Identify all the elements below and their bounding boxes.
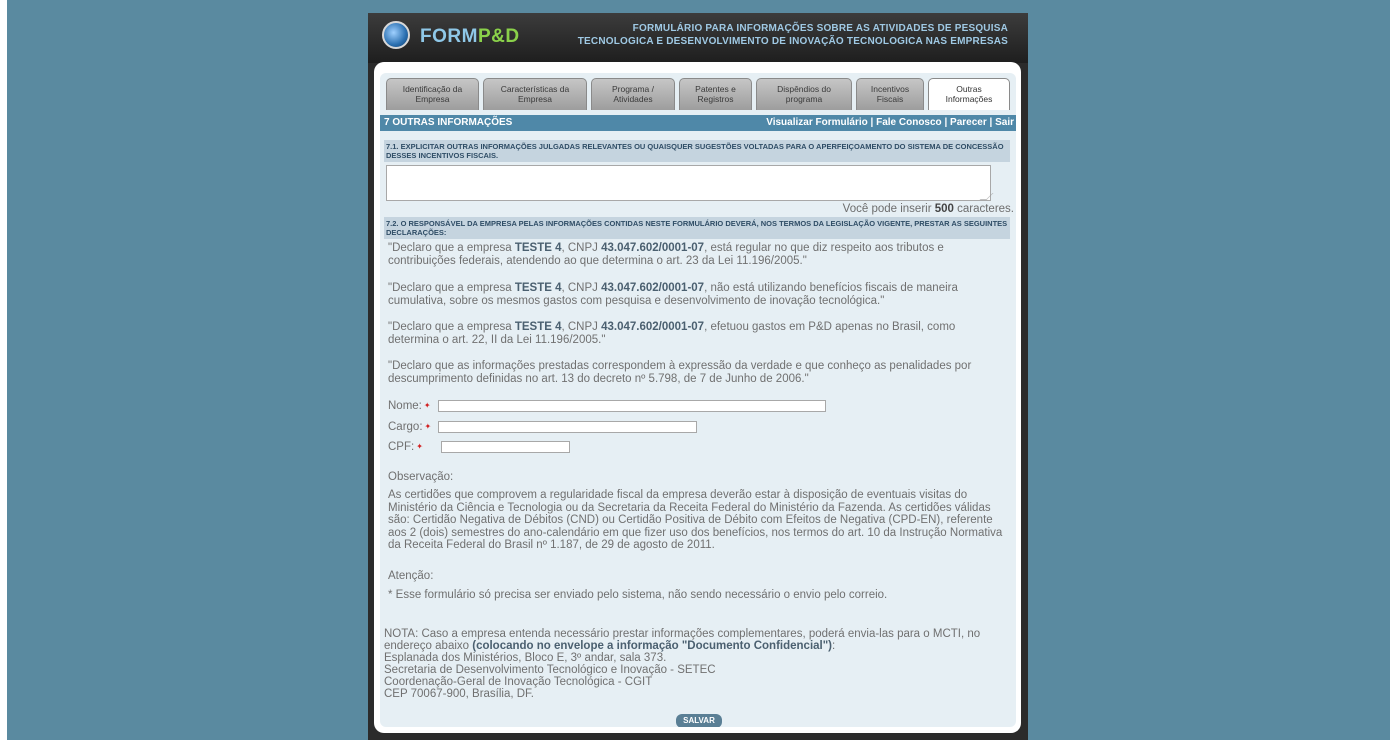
declaration-1: "Declaro que a empresa TESTE 4, CNPJ 43.… (388, 242, 998, 267)
char-count: Você pode inserir 500 caracteres. (843, 203, 1014, 215)
app-header: FORMP&D FORMULÁRIO PARA INFORMAÇÕES SOBR… (368, 13, 1028, 63)
tab-programa-atividades[interactable]: Programa / Atividades (591, 78, 675, 110)
cpf-row: CPF: ✦ (388, 441, 570, 455)
tab-label-line1: Dispêndios do (777, 84, 831, 94)
nota-text: NOTA: Caso a empresa entenda necessário … (384, 628, 1004, 652)
cargo-label: Cargo: (388, 421, 423, 433)
tab-label-line1: Incentivos (870, 84, 910, 94)
page-right-edge (1390, 0, 1396, 740)
nota-text-bold: (colocando no envelope a informação "Doc… (472, 640, 833, 652)
fale-conosco-link[interactable]: Fale Conosco (876, 117, 942, 128)
cpf-label: CPF: (388, 441, 415, 453)
nota-block: NOTA: Caso a empresa entenda necessário … (384, 628, 1004, 700)
observacao-text: As certidões que comprovem a regularidad… (388, 489, 1003, 551)
nota-address-line: Secretaria de Desenvolvimento Tecnológic… (384, 664, 716, 676)
tab-dispendios-programa[interactable]: Dispêndios do programa (756, 78, 852, 110)
tab-label-line2: programa (785, 94, 823, 104)
declaration-text: , CNPJ (561, 321, 602, 333)
main-panel: Identificação da Empresa Características… (374, 62, 1021, 733)
save-button[interactable]: SALVAR (676, 714, 722, 727)
required-marker-icon: ✦ (423, 401, 431, 410)
declaration-3: "Declaro que a empresa TESTE 4, CNPJ 43.… (388, 321, 998, 346)
tab-outras-informacoes[interactable]: Outras Informações (928, 78, 1010, 110)
outras-informacoes-textarea[interactable] (386, 165, 991, 201)
content-area: Identificação da Empresa Características… (380, 73, 1016, 727)
declaration-text: "Declaro que a empresa (388, 242, 515, 254)
tab-label-line2: Atividades (613, 94, 653, 104)
question-7-1-header: 7.1. EXPLICITAR OUTRAS INFORMAÇÕES JULGA… (384, 140, 1010, 162)
char-count-value: 500 (934, 203, 954, 215)
link-separator: | (941, 117, 951, 128)
nota-address-line: CEP 70067-900, Brasília, DF. (384, 688, 535, 700)
tab-label-line1: Outras (956, 84, 982, 94)
required-marker-icon: ✦ (424, 422, 432, 431)
header-title: FORMULÁRIO PARA INFORMAÇÕES SOBRE AS ATI… (568, 22, 1008, 48)
tab-label-line1: Características da (500, 84, 570, 94)
tab-label-line1: Patentes e (695, 84, 736, 94)
declaration-2: "Declaro que a empresa TESTE 4, CNPJ 43.… (388, 282, 998, 307)
nota-text-colon: : (832, 640, 836, 652)
logo-form-text: FORM (420, 26, 478, 47)
cpf-input[interactable] (441, 441, 570, 453)
section-bar: 7 OUTRAS INFORMAÇÕES Visualizar Formulár… (380, 115, 1016, 131)
company-cnpj: 43.047.602/0001-07 (601, 242, 705, 254)
nome-row: Nome: ✦ (388, 400, 826, 414)
globe-logo-icon (382, 21, 410, 49)
observacao-title: Observação: (388, 471, 454, 483)
sair-link[interactable]: Sair (995, 117, 1014, 128)
tab-label-line2: Registros (697, 94, 734, 104)
header-title-line1: FORMULÁRIO PARA INFORMAÇÕES SOBRE AS ATI… (632, 23, 1008, 34)
char-count-prefix: Você pode inserir (842, 203, 935, 215)
declaration-text: "Declaro que a empresa (388, 321, 515, 333)
company-name: TESTE 4 (514, 282, 562, 294)
nome-label: Nome: (388, 400, 422, 412)
declaration-text: , CNPJ (561, 282, 602, 294)
required-marker-icon: ✦ (416, 442, 423, 451)
visualizar-formulario-link[interactable]: Visualizar Formulário (766, 117, 868, 128)
declaration-4: "Declaro que as informações prestadas co… (388, 360, 972, 385)
tab-patentes-registros[interactable]: Patentes e Registros (679, 78, 752, 110)
app-logo: FORMP&D (420, 26, 520, 48)
tab-label-line1: Programa / (611, 84, 655, 94)
company-name: TESTE 4 (514, 321, 562, 333)
page-left-edge (0, 0, 7, 740)
company-name: TESTE 4 (514, 242, 562, 254)
declaration-text: "Declaro que a empresa (388, 282, 515, 294)
char-count-suffix: caracteres. (953, 203, 1014, 215)
tab-incentivos-fiscais[interactable]: Incentivos Fiscais (856, 78, 924, 110)
cargo-row: Cargo: ✦ (388, 421, 697, 435)
logo-pd-text: P&D (477, 26, 520, 47)
nota-address-line: Esplanada dos Ministérios, Bloco E, 3º a… (384, 652, 667, 664)
nota-address-line: Coordenação-Geral de Inovação Tecnológic… (384, 676, 653, 688)
declaration-text: , CNPJ (561, 242, 602, 254)
tab-label-line2: Empresa (415, 94, 450, 104)
section-links: Visualizar Formulário | Fale Conosco | P… (766, 115, 1014, 131)
tab-bar: Identificação da Empresa Características… (386, 78, 1016, 110)
section-title: 7 OUTRAS INFORMAÇÕES (384, 117, 513, 128)
question-7-2-header: 7.2. O RESPONSÁVEL DA EMPRESA PELAS INFO… (384, 217, 1010, 239)
tab-label-line2: Fiscais (876, 94, 904, 104)
company-cnpj: 43.047.602/0001-07 (601, 282, 705, 294)
atencao-title: Atenção: (388, 570, 434, 582)
tab-label-line1: Identificação da (402, 84, 463, 94)
app-frame: FORMP&D FORMULÁRIO PARA INFORMAÇÕES SOBR… (368, 13, 1028, 740)
tab-identificacao-empresa[interactable]: Identificação da Empresa (386, 78, 479, 110)
tab-label-line2: Informações (945, 94, 993, 104)
cargo-input[interactable] (438, 421, 697, 433)
nome-input[interactable] (438, 400, 826, 412)
link-separator: | (986, 117, 996, 128)
header-title-line2: TECNOLOGICA E DESENVOLVIMENTO DE INOVAÇÃ… (577, 36, 1008, 47)
tab-label-line2: Empresa (517, 94, 552, 104)
link-separator: | (867, 117, 877, 128)
parecer-link[interactable]: Parecer (950, 117, 987, 128)
company-cnpj: 43.047.602/0001-07 (601, 321, 705, 333)
atencao-text: * Esse formulário só precisa ser enviado… (388, 589, 888, 601)
tab-caracteristicas-empresa[interactable]: Características da Empresa (483, 78, 587, 110)
